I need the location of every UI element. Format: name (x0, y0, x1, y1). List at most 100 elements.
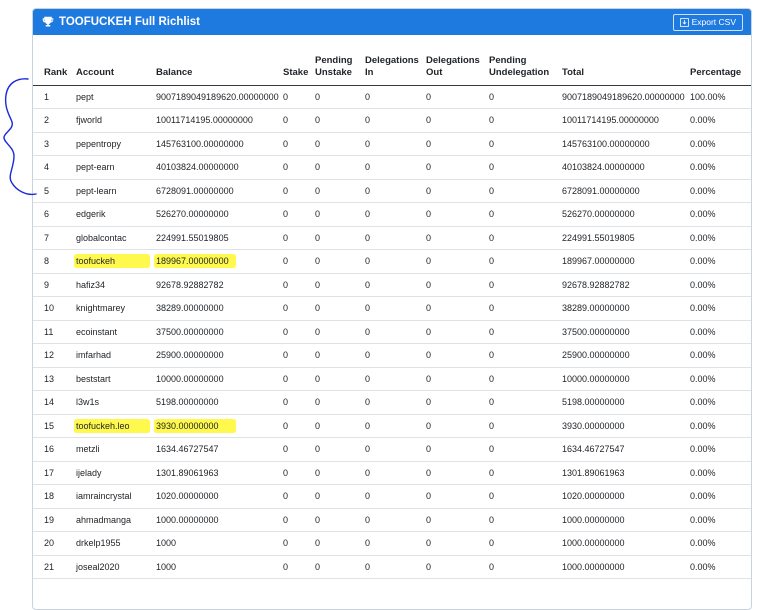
cell-stake: 0 (283, 484, 315, 509)
cell-balance-text: 1020.00000000 (156, 491, 219, 502)
cell-percentage-text: 0.00% (690, 373, 716, 384)
cell-rank: 18 (33, 484, 76, 509)
cell-pending-unstake: 0 (315, 390, 365, 415)
cell-account[interactable]: joseal2020 (76, 555, 156, 579)
cell-percentage: 0.00% (690, 508, 751, 532)
cell-total: 1000.00000000 (562, 531, 690, 556)
cell-account[interactable]: pept-learn (76, 179, 156, 203)
cell-account[interactable]: ahmadmanga (76, 508, 156, 532)
cell-delegations-out: 0 (426, 508, 489, 532)
cell-pending-unstake: 0 (315, 249, 365, 274)
cell-stake-text: 0 (283, 397, 289, 408)
cell-total: 3930.00000000 (562, 414, 690, 438)
cell-percentage-text: 0.00% (690, 467, 716, 478)
cell-stake: 0 (283, 343, 315, 368)
cell-account[interactable]: globalcontac (76, 226, 156, 250)
cell-delegations-out-text: 0 (426, 256, 432, 267)
cell-account[interactable]: edgerik (76, 202, 156, 227)
table-row: 21 joseal2020 1000 0 0 0 0 0 1000.00000000 0.00% (33, 555, 751, 579)
cell-total-text: 92678.92882782 (562, 279, 630, 290)
cell-account[interactable]: toofuckeh.leo (76, 414, 156, 438)
cell-pending-undelegation-text: 0 (489, 138, 495, 149)
cell-account[interactable]: ijelady (76, 461, 156, 485)
cell-pending-unstake-text: 0 (315, 444, 321, 455)
cell-balance-text: 10000.00000000 (156, 373, 224, 384)
cell-account[interactable]: fjworld (76, 108, 156, 133)
export-csv-button[interactable]: Export CSV (672, 13, 743, 31)
cell-account[interactable]: imfarhad (76, 343, 156, 368)
cell-percentage-text: 0.00% (690, 326, 716, 337)
table-row: 11 ecoinstant 37500.00000000 0 0 0 0 0 37500.000… (33, 320, 751, 344)
col-account[interactable]: Account (76, 48, 156, 86)
table-row: 18 iamraincrystal 1020.00000000 0 0 0 0 0 1020.0… (33, 484, 751, 509)
table-row: 9 hafiz34 92678.92882782 0 0 0 0 0 92678.9288278… (33, 273, 751, 297)
cell-rank: 9 (33, 273, 76, 297)
col-pending-undelegation[interactable]: Pending Undelegation (489, 48, 562, 86)
cell-total-text: 1000.00000000 (562, 538, 625, 549)
cell-percentage: 0.00% (690, 296, 751, 321)
col-percentage[interactable]: Percentage (690, 48, 751, 86)
col-delegations-out[interactable]: Delegations Out (426, 48, 489, 86)
cell-delegations-out-text: 0 (426, 514, 432, 525)
card-header: TOOFUCKEH Full Richlist Export CSV (33, 9, 751, 35)
cell-total: 189967.00000000 (562, 249, 690, 274)
cell-pending-undelegation-text: 0 (489, 561, 495, 572)
cell-pending-undelegation: 0 (489, 437, 562, 462)
cell-percentage: 0.00% (690, 531, 751, 556)
cell-stake-text: 0 (283, 373, 289, 384)
cell-rank-text: 10 (44, 303, 55, 314)
cell-account[interactable]: metzli (76, 437, 156, 462)
col-delegations-in[interactable]: Delegations In (365, 48, 426, 86)
cell-account[interactable]: pepentropy (76, 132, 156, 156)
table-row: 14 l3w1s 5198.00000000 0 0 0 0 0 5198.00000000 0.… (33, 390, 751, 415)
cell-stake: 0 (283, 132, 315, 156)
cell-pending-unstake-text: 0 (315, 303, 321, 314)
table-row: 7 globalcontac 224991.55019805 0 0 0 0 0 224991.… (33, 226, 751, 250)
cell-balance-text: 1000 (156, 538, 177, 549)
cell-pending-unstake-text: 0 (315, 209, 321, 220)
cell-pending-undelegation: 0 (489, 179, 562, 203)
cell-account[interactable]: knightmarey (76, 296, 156, 321)
cell-stake: 0 (283, 273, 315, 297)
cell-total-text: 526270.00000000 (562, 209, 635, 220)
cell-balance: 1301.89061963 (156, 461, 283, 485)
cell-percentage-text: 0.00% (690, 256, 716, 267)
cell-delegations-in: 0 (365, 249, 426, 274)
cell-account[interactable]: ecoinstant (76, 320, 156, 344)
cell-account[interactable]: hafiz34 (76, 273, 156, 297)
cell-account[interactable]: l3w1s (76, 390, 156, 415)
cell-delegations-out: 0 (426, 461, 489, 485)
cell-pending-undelegation: 0 (489, 555, 562, 579)
cell-pending-undelegation: 0 (489, 202, 562, 227)
cell-delegations-out-text: 0 (426, 91, 432, 102)
cell-delegations-in: 0 (365, 343, 426, 368)
cell-account[interactable]: beststart (76, 367, 156, 391)
cell-account[interactable]: toofuckeh (76, 249, 156, 274)
col-stake[interactable]: Stake (283, 48, 315, 86)
cell-account[interactable]: drkelp1955 (76, 531, 156, 556)
col-balance[interactable]: Balance (156, 48, 283, 86)
cell-stake: 0 (283, 461, 315, 485)
col-total[interactable]: Total (562, 48, 690, 86)
cell-pending-unstake-text: 0 (315, 232, 321, 243)
cell-stake-text: 0 (283, 538, 289, 549)
cell-rank-text: 18 (44, 491, 55, 502)
cell-account[interactable]: pept-earn (76, 155, 156, 180)
col-rank[interactable]: Rank (33, 48, 76, 86)
cell-delegations-in: 0 (365, 155, 426, 180)
cell-percentage: 0.00% (690, 484, 751, 509)
cell-percentage-text: 0.00% (690, 162, 716, 173)
cell-pending-undelegation-text: 0 (489, 279, 495, 290)
cell-pending-unstake-text: 0 (315, 397, 321, 408)
cell-delegations-in: 0 (365, 555, 426, 579)
cell-pending-undelegation-text: 0 (489, 232, 495, 243)
cell-rank-text: 5 (44, 185, 50, 196)
cell-account[interactable]: iamraincrystal (76, 484, 156, 509)
cell-account[interactable]: pept (76, 85, 156, 109)
col-pending-unstake[interactable]: Pending Unstake (315, 48, 365, 86)
cell-rank-text: 12 (44, 350, 55, 361)
cell-stake-text: 0 (283, 514, 289, 525)
cell-delegations-out: 0 (426, 343, 489, 368)
cell-balance-text: 526270.00000000 (156, 209, 229, 220)
cell-delegations-in-text: 0 (365, 397, 371, 408)
